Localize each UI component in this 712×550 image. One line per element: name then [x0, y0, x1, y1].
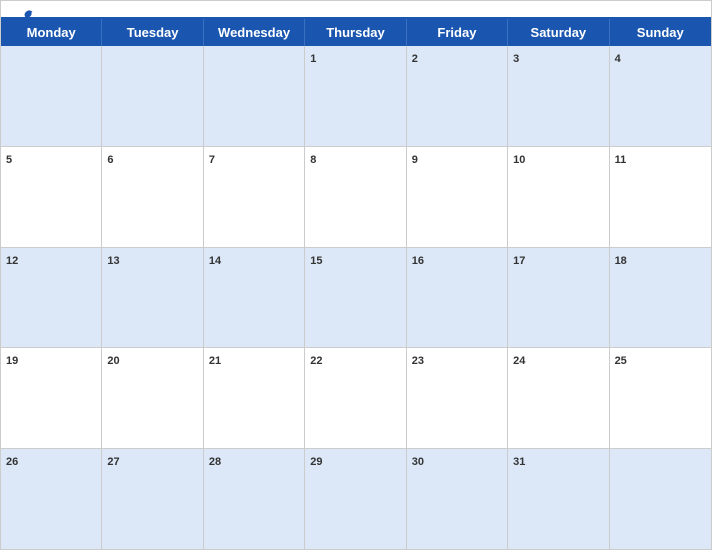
header-tuesday: Tuesday — [102, 19, 203, 46]
week-row-4: 19 20 21 22 23 24 25 — [1, 348, 711, 449]
day-number: 19 — [6, 355, 18, 367]
day-cell-w2-d4: 8 — [305, 147, 406, 247]
day-cell-w4-d1: 19 — [1, 348, 102, 448]
day-cell-w2-d5: 9 — [407, 147, 508, 247]
day-number: 25 — [615, 355, 627, 367]
day-number: 26 — [6, 456, 18, 468]
calendar-grid: Monday Tuesday Wednesday Thursday Friday… — [1, 17, 711, 549]
day-cell-w1-d1 — [1, 46, 102, 146]
day-number: 18 — [615, 255, 627, 267]
day-number: 22 — [310, 355, 322, 367]
day-number: 15 — [310, 255, 322, 267]
day-number: 14 — [209, 255, 221, 267]
header-sunday: Sunday — [610, 19, 711, 46]
day-cell-w1-d4: 1 — [305, 46, 406, 146]
day-number: 20 — [107, 355, 119, 367]
day-headers-row: Monday Tuesday Wednesday Thursday Friday… — [1, 19, 711, 46]
day-cell-w1-d7: 4 — [610, 46, 711, 146]
day-number: 10 — [513, 154, 525, 166]
day-number: 29 — [310, 456, 322, 468]
header-friday: Friday — [407, 19, 508, 46]
day-number: 1 — [310, 53, 316, 65]
day-cell-w2-d7: 11 — [610, 147, 711, 247]
header-monday: Monday — [1, 19, 102, 46]
day-cell-w1-d3 — [204, 46, 305, 146]
header-thursday: Thursday — [305, 19, 406, 46]
week-row-5: 26 27 28 29 30 31 — [1, 449, 711, 549]
day-cell-w3-d1: 12 — [1, 248, 102, 348]
week-row-2: 5 6 7 8 9 10 11 — [1, 147, 711, 248]
day-number: 30 — [412, 456, 424, 468]
day-cell-w3-d2: 13 — [102, 248, 203, 348]
day-number: 6 — [107, 154, 113, 166]
day-number: 3 — [513, 53, 519, 65]
day-number: 12 — [6, 255, 18, 267]
day-number: 8 — [310, 154, 316, 166]
day-cell-w4-d7: 25 — [610, 348, 711, 448]
day-cell-w3-d7: 18 — [610, 248, 711, 348]
header-wednesday: Wednesday — [204, 19, 305, 46]
day-cell-w1-d6: 3 — [508, 46, 609, 146]
day-cell-w2-d1: 5 — [1, 147, 102, 247]
day-cell-w2-d3: 7 — [204, 147, 305, 247]
day-number: 17 — [513, 255, 525, 267]
week-row-1: 1 2 3 4 — [1, 46, 711, 147]
day-number: 2 — [412, 53, 418, 65]
day-cell-w3-d3: 14 — [204, 248, 305, 348]
day-cell-w2-d2: 6 — [102, 147, 203, 247]
day-cell-w1-d2 — [102, 46, 203, 146]
day-cell-w1-d5: 2 — [407, 46, 508, 146]
day-cell-w5-d7 — [610, 449, 711, 549]
day-number: 5 — [6, 154, 12, 166]
day-number: 31 — [513, 456, 525, 468]
day-number: 9 — [412, 154, 418, 166]
day-cell-w5-d1: 26 — [1, 449, 102, 549]
day-cell-w2-d6: 10 — [508, 147, 609, 247]
day-number: 7 — [209, 154, 215, 166]
week-row-3: 12 13 14 15 16 17 18 — [1, 248, 711, 349]
day-number: 28 — [209, 456, 221, 468]
day-cell-w3-d6: 17 — [508, 248, 609, 348]
header-saturday: Saturday — [508, 19, 609, 46]
day-cell-w4-d4: 22 — [305, 348, 406, 448]
calendar: Monday Tuesday Wednesday Thursday Friday… — [0, 0, 712, 550]
day-number: 24 — [513, 355, 525, 367]
day-cell-w5-d5: 30 — [407, 449, 508, 549]
day-cell-w4-d2: 20 — [102, 348, 203, 448]
day-cell-w5-d2: 27 — [102, 449, 203, 549]
calendar-header — [1, 1, 711, 17]
day-cell-w5-d3: 28 — [204, 449, 305, 549]
day-number: 27 — [107, 456, 119, 468]
day-number: 23 — [412, 355, 424, 367]
day-cell-w4-d6: 24 — [508, 348, 609, 448]
day-cell-w5-d6: 31 — [508, 449, 609, 549]
day-number: 21 — [209, 355, 221, 367]
day-cell-w3-d4: 15 — [305, 248, 406, 348]
day-number: 13 — [107, 255, 119, 267]
day-cell-w4-d3: 21 — [204, 348, 305, 448]
day-number: 4 — [615, 53, 621, 65]
day-cell-w3-d5: 16 — [407, 248, 508, 348]
weeks-container: 1234567891011121314151617181920212223242… — [1, 46, 711, 549]
day-cell-w4-d5: 23 — [407, 348, 508, 448]
day-cell-w5-d4: 29 — [305, 449, 406, 549]
logo-area — [17, 9, 35, 23]
logo-bird-icon — [17, 9, 33, 23]
day-number: 16 — [412, 255, 424, 267]
day-number: 11 — [615, 154, 627, 166]
logo-blue-text — [17, 9, 35, 23]
